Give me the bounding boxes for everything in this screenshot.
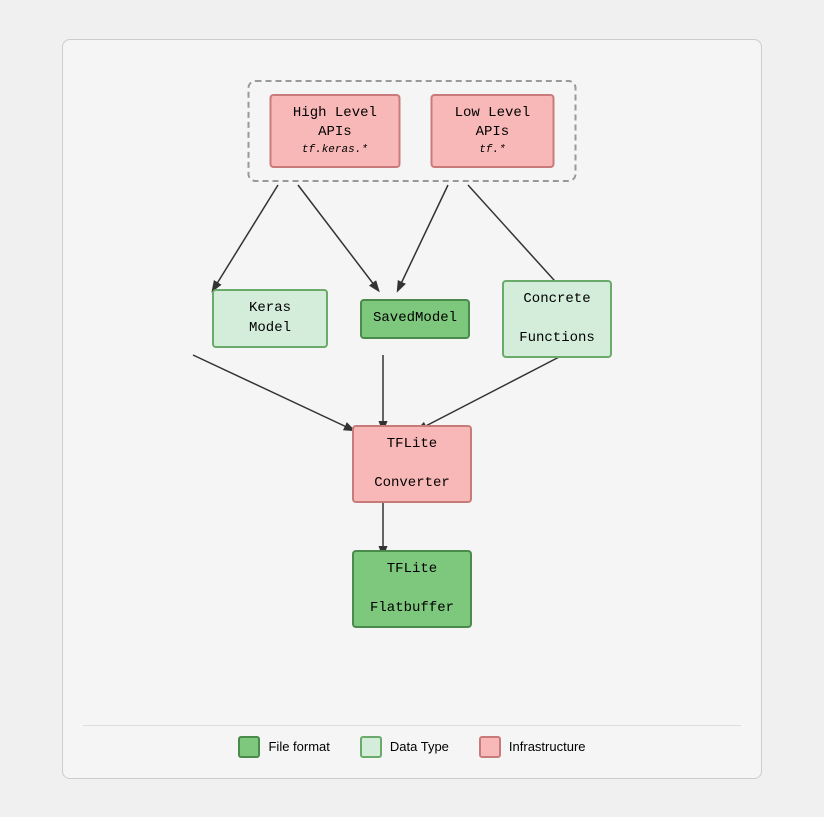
tflite-converter-row: TFLite Converter	[352, 425, 472, 504]
tflite-flatbuffer-box: TFLite Flatbuffer	[352, 550, 472, 629]
tflite-converter-line1: TFLite	[387, 435, 437, 455]
low-level-apis-sub: tf.*	[479, 143, 505, 158]
legend: File format Data Type Infrastructure	[83, 725, 741, 758]
legend-data-type-label: Data Type	[390, 739, 449, 754]
legend-data-type-swatch	[360, 736, 382, 758]
diagram-area: High Level APIs tf.keras.* Low Level API…	[83, 70, 741, 715]
legend-file-format-label: File format	[268, 739, 329, 754]
tflite-flatbuffer-row: TFLite Flatbuffer	[352, 550, 472, 629]
legend-data-type: Data Type	[360, 736, 449, 758]
tflite-flatbuffer-line2: Flatbuffer	[370, 599, 454, 619]
saved-model-box: SavedModel	[360, 299, 470, 339]
legend-file-format-swatch	[238, 736, 260, 758]
concrete-functions-line1: Concrete	[523, 290, 590, 310]
middle-row: Keras Model SavedModel Concrete Function…	[212, 280, 612, 359]
tflite-converter-box: TFLite Converter	[352, 425, 472, 504]
high-level-apis-box: High Level APIs tf.keras.*	[270, 94, 401, 169]
tflite-converter-line2: Converter	[374, 474, 450, 494]
legend-infrastructure-swatch	[479, 736, 501, 758]
top-apis-group: High Level APIs tf.keras.* Low Level API…	[248, 80, 577, 183]
low-level-apis-box: Low Level APIs tf.*	[430, 94, 554, 169]
high-level-apis-sub: tf.keras.*	[302, 143, 368, 158]
high-level-apis-label: High Level APIs	[286, 104, 385, 143]
low-level-apis-label: Low Level APIs	[446, 104, 538, 143]
concrete-functions-box: Concrete Functions	[502, 280, 612, 359]
legend-file-format: File format	[238, 736, 329, 758]
tflite-flatbuffer-line1: TFLite	[387, 560, 437, 580]
legend-infrastructure-label: Infrastructure	[509, 739, 586, 754]
keras-model-label: Keras Model	[228, 299, 312, 338]
saved-model-label: SavedModel	[373, 309, 457, 329]
keras-model-box: Keras Model	[212, 289, 328, 348]
concrete-functions-line2: Functions	[519, 329, 595, 349]
main-container: High Level APIs tf.keras.* Low Level API…	[62, 39, 762, 779]
legend-infrastructure: Infrastructure	[479, 736, 586, 758]
